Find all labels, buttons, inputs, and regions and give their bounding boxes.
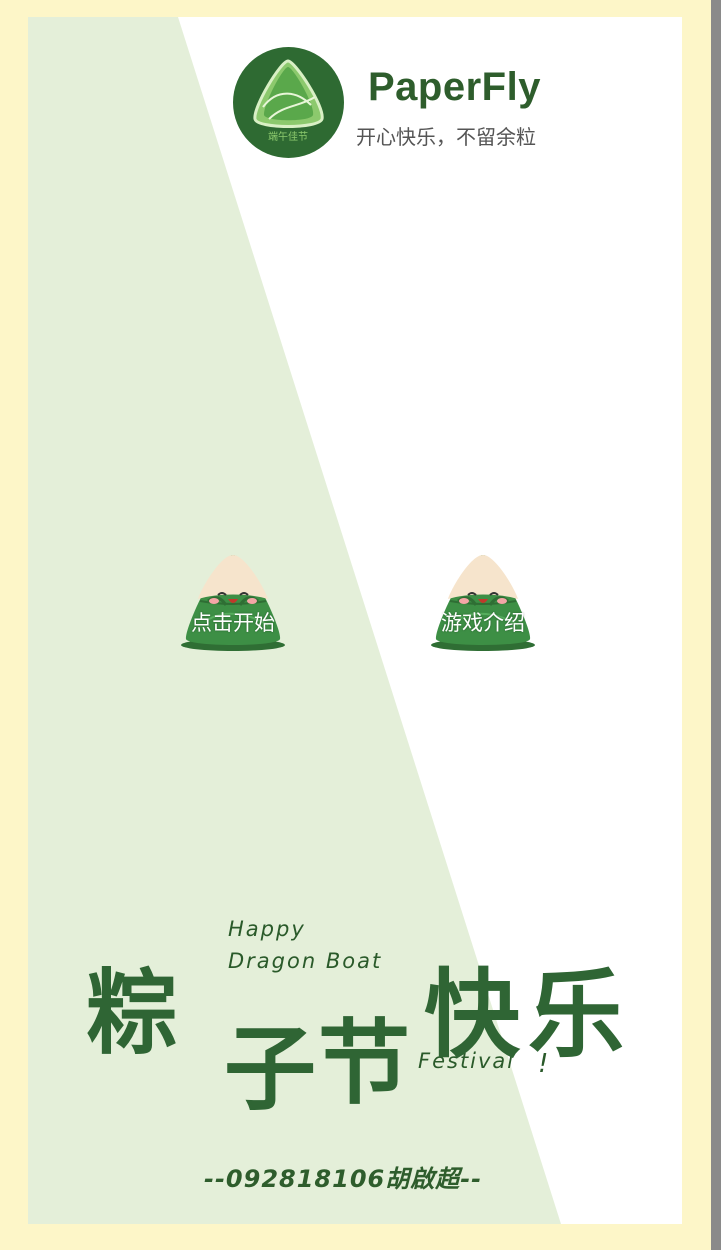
game-intro-label: 游戏介绍 bbox=[441, 611, 525, 635]
logo-text: 端午佳节 bbox=[268, 130, 308, 143]
start-game-label: 点击开始 bbox=[191, 611, 275, 635]
zongzi-mascot-icon bbox=[181, 555, 285, 651]
banner-en-happy: Happy bbox=[228, 917, 306, 941]
zongzi-mascot-icon bbox=[431, 555, 535, 651]
banner-char-le: 乐 bbox=[528, 959, 624, 1071]
banner-char-jie: 节 bbox=[318, 1010, 411, 1117]
banner-char-kuai: 快 bbox=[424, 959, 520, 1071]
zongzi-logo-icon: 端午佳节 bbox=[233, 47, 344, 158]
scrollbar[interactable] bbox=[711, 0, 721, 1250]
start-game-button[interactable]: 点击开始 bbox=[178, 549, 288, 655]
banner-char-zi: 子 bbox=[224, 1016, 317, 1123]
app-title: PaperFly bbox=[368, 65, 541, 109]
game-intro-button[interactable]: 游戏介绍 bbox=[428, 549, 538, 655]
banner-en-dragon-boat: Dragon Boat bbox=[228, 949, 383, 973]
footer-signature: --092818106胡啟超-- bbox=[204, 1165, 483, 1193]
app-subtitle: 开心快乐，不留余粒 bbox=[356, 125, 536, 149]
game-start-screen: 端午佳节 PaperFly 开心快乐，不留余粒 点击开始 游戏介绍 Happy … bbox=[28, 17, 682, 1224]
banner-char-zong: 粽 bbox=[86, 960, 179, 1067]
